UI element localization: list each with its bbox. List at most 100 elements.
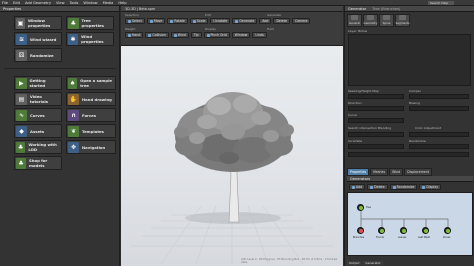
working-with-lod-button[interactable]: ♣ Working with LOD <box>14 140 62 154</box>
generator-node-leaf-mesh[interactable] <box>422 227 429 234</box>
color-adjustment-field[interactable] <box>409 132 469 137</box>
curve-field[interactable] <box>348 118 404 123</box>
lod-icon: ♣ <box>16 141 26 153</box>
sample-tree-icon: ♠ <box>68 77 78 89</box>
add-button[interactable]: Add <box>259 18 272 24</box>
getting-started-button[interactable]: ▶ Getting started <box>14 76 62 90</box>
select-tool-button[interactable]: Select <box>125 18 145 24</box>
randomize-generator-button[interactable]: Randomize <box>389 184 418 190</box>
shop-icon: ♣ <box>16 157 27 169</box>
wind-properties-button[interactable]: ✱ Wind properties <box>66 32 114 46</box>
generate-button[interactable]: Generate <box>232 18 258 24</box>
menu-window[interactable]: Window <box>83 1 97 5</box>
node-icon <box>423 228 428 233</box>
window-button[interactable]: Window <box>231 32 251 38</box>
tab-meshes[interactable]: Meshes <box>370 168 389 176</box>
scale-tool-button[interactable]: Scale <box>189 18 209 24</box>
shop-for-models-button[interactable]: ♣ Shop for models <box>14 156 62 170</box>
biasing-field[interactable] <box>409 106 469 111</box>
templates-button[interactable]: ❦ Templates <box>66 124 116 138</box>
toolbar-group-label: Display <box>205 27 217 31</box>
menu-media[interactable]: Media <box>103 1 114 5</box>
tab-spine[interactable]: Spine <box>379 14 394 27</box>
tab-displacement[interactable]: Displacement <box>404 168 433 176</box>
scramble-field[interactable] <box>348 144 404 149</box>
properties-panel-title: Properties <box>0 6 119 12</box>
open-sample-tree-button[interactable]: ♠ Open a sample tree <box>66 76 116 90</box>
hand-drawing-button[interactable]: ✋ Hand drawing <box>66 92 116 106</box>
skewing-field[interactable] <box>348 94 404 99</box>
blending-field[interactable] <box>348 132 404 137</box>
node-label: Tree <box>366 206 371 209</box>
menu-tools[interactable]: Tools <box>70 1 79 5</box>
node-icon <box>358 205 363 210</box>
skewing-label: Skewing/Height Map <box>348 89 379 93</box>
tip-button[interactable]: Tip <box>190 32 202 38</box>
extra-field[interactable] <box>348 152 469 157</box>
menu-file[interactable]: File <box>2 1 8 5</box>
navigation-button[interactable]: ✥ Navigation <box>66 140 116 154</box>
wind-button[interactable]: Wind <box>170 32 189 38</box>
window-properties-button[interactable]: ▣ Window properties <box>14 16 62 30</box>
spine-icon <box>383 15 390 20</box>
wind-wizard-button[interactable]: ≋ Wind wizard <box>14 32 62 46</box>
menu-edit[interactable]: Edit <box>13 1 20 5</box>
menu-help[interactable]: Help <box>118 1 126 5</box>
add-generator-button[interactable]: Add <box>349 184 366 190</box>
tab-general[interactable]: General <box>347 14 362 27</box>
tree-properties-button[interactable]: ♣ Tree properties <box>66 16 114 30</box>
undo-button[interactable]: Undo <box>252 32 267 38</box>
hand-tool-button[interactable]: Hand <box>125 32 144 38</box>
pinch-grid-button[interactable]: Pinch Grid <box>203 32 230 38</box>
tab-geometry[interactable]: Geometry <box>363 14 378 27</box>
tab-segments[interactable]: Segments <box>395 14 410 27</box>
curves-button[interactable]: ∿ Curves <box>14 108 62 122</box>
curve-editor[interactable] <box>348 34 471 86</box>
tab-wind[interactable]: Wind <box>389 168 404 176</box>
delete-generator-button[interactable]: Delete <box>367 184 388 190</box>
generator-panel: Generator Tree (Branches) General Geomet… <box>344 6 474 266</box>
menu-view[interactable]: View <box>56 1 65 5</box>
delete-button[interactable]: Delete <box>273 18 290 24</box>
tab-output[interactable]: Output <box>347 261 362 265</box>
collision-button[interactable]: Collision <box>145 32 169 38</box>
forces-button[interactable]: ∩ Forces <box>66 108 116 122</box>
add-icon <box>352 185 355 189</box>
direction-label: Direction <box>348 101 362 105</box>
unrotate-tool-button[interactable]: Unrotate <box>210 18 231 24</box>
assets-button[interactable]: ◆ Assets <box>14 124 62 138</box>
assets-icon: ◆ <box>16 125 27 137</box>
generator-node-editor[interactable]: Tree Branches Fronds Leaves Leaf Mesh Zo… <box>347 192 473 256</box>
move-tool-button[interactable]: Move <box>146 18 166 24</box>
generator-node-fronds[interactable] <box>378 227 385 234</box>
rotate-tool-button[interactable]: Rotate <box>167 18 188 24</box>
node-label: Branches <box>353 236 365 239</box>
search-help-input[interactable]: Search Help <box>428 1 454 5</box>
direction-field[interactable] <box>348 106 404 111</box>
camper-field[interactable] <box>409 94 469 99</box>
layer-label: Layer: Billow <box>348 29 368 33</box>
biasing-label: Biasing <box>409 101 420 105</box>
tab-generator[interactable]: Generator <box>363 261 383 265</box>
wind-icon <box>173 33 177 37</box>
curve-label: Curve <box>348 113 357 117</box>
select-icon <box>128 19 131 23</box>
navigation-icon: ✥ <box>68 141 79 153</box>
templates-icon: ❦ <box>68 125 79 137</box>
toolbar-group-label: Generate <box>267 13 282 17</box>
generator-node-tree[interactable] <box>357 204 364 211</box>
tab-properties[interactable]: Properties <box>347 168 370 176</box>
menu-add-geometry[interactable]: Add Geometry <box>25 1 51 5</box>
display-generator-button[interactable]: Display <box>419 184 442 190</box>
dice-icon: ⚄ <box>16 49 27 61</box>
randomize-field[interactable] <box>409 144 469 149</box>
3d-viewport[interactable]: LOD Level 0 - 89 Polygons - Fit Bounding… <box>121 46 343 266</box>
video-tutorials-button[interactable]: ▤ Video tutorials <box>14 92 62 106</box>
node-icon <box>379 228 384 233</box>
generator-node-branches[interactable] <box>357 227 364 234</box>
viewport-panel: 3D-3D | Beta.spm Selection Edit Generate… <box>121 6 343 266</box>
randomize-button[interactable]: ⚄ Randomize <box>14 48 62 62</box>
generator-node-leaves[interactable] <box>400 227 407 234</box>
generator-node-zones[interactable] <box>444 227 451 234</box>
camera-button[interactable]: Camera <box>291 18 311 24</box>
